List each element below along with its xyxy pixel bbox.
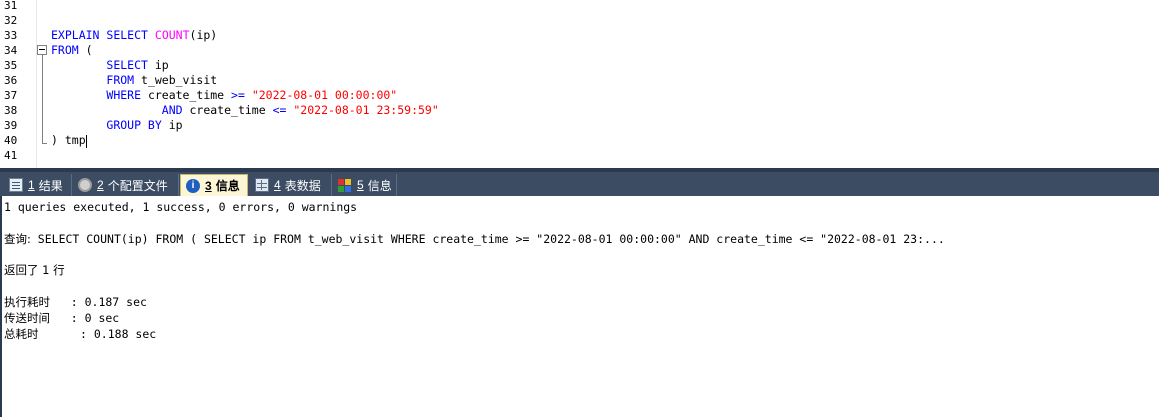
sql-keyword: >= [231,88,245,102]
rows-returned: 返回了 1 行 [4,263,65,277]
line-number: 40 [4,134,18,147]
tab-profiles[interactable]: 2 个配置文件 [73,174,179,196]
tab-label: 结果 [38,178,63,193]
sql-token: ) tmp [51,133,86,147]
fold-end-marker [42,143,47,144]
sql-keyword: <= [272,103,287,117]
stat-row: 执行耗时 : 0.187 sec [4,294,147,310]
sql-keyword: SELECT [106,58,148,72]
sql-token: create_time [182,103,273,117]
sql-keyword: GROUP BY [106,118,162,132]
stat-label: 总耗时 [4,327,39,341]
line-number: 37 [4,89,18,102]
sql-keyword: EXPLAIN [51,28,100,42]
line-number: 38 [4,104,18,117]
tab-number: 1 [28,178,35,192]
code-text: FROM ( [51,43,93,58]
stat-value: : 0.188 sec [38,327,157,341]
code-text: ) tmp [51,133,86,148]
stat-row: 总耗时 : 0.188 sec [4,326,156,342]
editor-line[interactable]: 32 [0,13,1159,28]
line-number: 35 [4,59,18,72]
editor-line[interactable]: 31 [0,0,1159,13]
stat-row: 传送时间 : 0 sec [4,310,119,326]
tab-table-data[interactable]: 4 表数据 [250,174,332,196]
line-number: 31 [4,0,18,12]
tab-number: 2 [97,178,104,192]
editor-line[interactable]: 36 FROM t_web_visit [0,73,1159,88]
editor-line[interactable]: 37 WHERE create_time >= "2022-08-01 00:0… [0,88,1159,103]
line-number: 39 [4,119,18,132]
editor-line[interactable]: 34 FROM ( [0,43,1159,58]
code-text: EXPLAIN SELECT COUNT(ip) [51,28,217,43]
sql-keyword: FROM [106,73,135,87]
tab-label: 信息 [215,179,240,193]
query-text: SELECT COUNT(ip) FROM ( SELECT ip FROM t… [30,232,945,246]
fold-collapse-icon[interactable] [37,45,47,55]
result-tab-bar: 1 结果 2 个配置文件 i 3 信息 4 表数据 5 信息 [0,172,1159,196]
line-number: 33 [4,29,18,42]
sql-editor[interactable]: 31 32 33 EXPLAIN SELECT COUNT(ip) 34 FRO… [0,0,1159,168]
info-output-panel[interactable]: 1 queries executed, 1 success, 0 errors,… [0,196,1159,417]
editor-line[interactable]: 38 AND create_time <= "2022-08-01 23:59:… [0,103,1159,118]
stat-label: 传送时间 [4,311,50,325]
info-blocks-icon [338,178,352,192]
line-number: 41 [4,149,18,162]
line-number: 32 [4,14,18,27]
stat-value: : 0 sec [50,311,120,325]
fold-guide-line [42,55,43,143]
query-label: 查询: [4,232,31,246]
tab-label: 信息 [367,178,392,193]
line-number: 36 [4,74,18,87]
tab-number: 5 [357,178,364,192]
profile-gear-icon [78,178,92,192]
sql-token: t_web_visit [134,73,218,87]
sql-token: (ip) [189,28,218,42]
sql-token: ( [78,43,93,57]
tab-results[interactable]: 1 结果 [4,174,72,196]
sql-keyword: FROM [51,43,79,57]
sql-token: create_time [141,88,232,102]
info-icon: i [186,178,200,193]
tab-label: 表数据 [284,178,321,193]
sql-keyword: AND [161,103,183,117]
tab-label: 个配置文件 [107,178,168,193]
line-number: 34 [4,44,18,57]
tab-info-2[interactable]: 5 信息 [333,174,397,196]
text-caret [86,135,87,148]
tab-number: 3 [205,178,212,193]
code-text: FROM t_web_visit [51,73,217,88]
sql-keyword: SELECT [106,28,148,42]
execution-summary: 1 queries executed, 1 success, 0 errors,… [4,200,358,214]
editor-line[interactable]: 41 [0,148,1159,163]
code-text: WHERE create_time >= "2022-08-01 00:00:0… [51,88,397,103]
sql-string: "2022-08-01 00:00:00" [251,88,398,102]
sql-token: ip [161,118,183,132]
code-text: AND create_time <= "2022-08-01 23:59:59" [51,103,439,118]
stat-label: 执行耗时 [4,295,50,309]
tab-number: 4 [274,178,281,192]
editor-line[interactable]: 39 GROUP BY ip [0,118,1159,133]
table-data-icon [255,178,269,192]
code-text: SELECT ip [51,58,169,73]
code-text: GROUP BY ip [51,118,183,133]
sql-string: "2022-08-01 23:59:59" [293,103,439,117]
sql-keyword: WHERE [106,88,142,102]
editor-line[interactable]: 35 SELECT ip [0,58,1159,73]
sql-function: COUNT [154,28,190,42]
result-grid-icon [9,178,23,192]
sql-token: ip [147,58,169,72]
tab-info[interactable]: i 3 信息 [180,174,248,196]
editor-line[interactable]: 40 ) tmp [0,133,1159,148]
query-line: 查询: SELECT COUNT(ip) FROM ( SELECT ip FR… [4,231,945,247]
stat-value: : 0.187 sec [50,295,147,309]
editor-line[interactable]: 33 EXPLAIN SELECT COUNT(ip) [0,28,1159,43]
